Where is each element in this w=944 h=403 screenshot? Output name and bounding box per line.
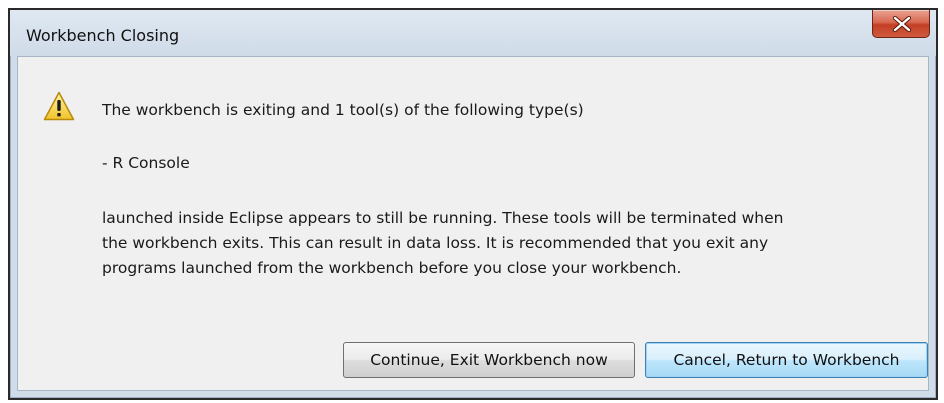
message-paragraph: launched inside Eclipse appears to still… [102,206,902,281]
message-paragraph-line: launched inside Eclipse appears to still… [102,209,784,227]
message-tool-list: - R Console [102,154,190,172]
continue-exit-button[interactable]: Continue, Exit Workbench now [343,342,635,378]
message-paragraph-line: the workbench exits. This can result in … [102,234,769,252]
title-bar[interactable]: Workbench Closing [10,10,936,56]
dialog-body: The workbench is exiting and 1 tool(s) o… [17,56,929,391]
warning-icon [43,91,75,121]
message-paragraph-line: programs launched from the workbench bef… [102,259,682,277]
close-button[interactable] [872,10,930,38]
message-line-1: The workbench is exiting and 1 tool(s) o… [102,101,584,119]
cancel-return-button[interactable]: Cancel, Return to Workbench [645,342,928,378]
dialog-window: Workbench Closing The workbench is exiti… [8,8,938,400]
close-icon [892,16,912,32]
dialog-title: Workbench Closing [26,26,180,45]
